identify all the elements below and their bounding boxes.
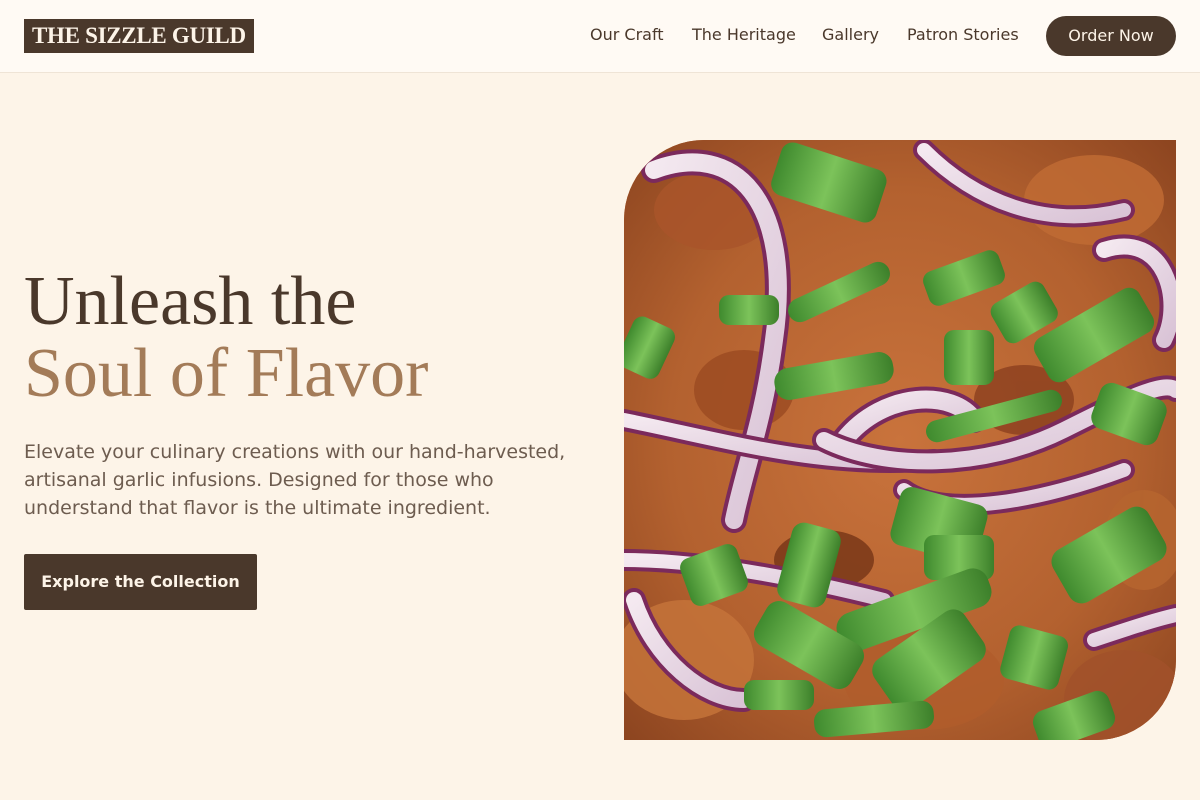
nav-link-gallery[interactable]: Gallery (822, 25, 879, 45)
nav-link-our-craft[interactable]: Our Craft (590, 25, 664, 45)
headline-line-1: Unleash the (24, 263, 357, 340)
main-nav: Our Craft The Heritage Gallery Patron St… (0, 0, 1200, 72)
nav-link-the-heritage[interactable]: The Heritage (692, 25, 796, 45)
hero-headline: Unleash the Soul of Flavor (24, 266, 604, 410)
explore-collection-button[interactable]: Explore the Collection (24, 554, 257, 610)
hero-description: Elevate your culinary creations with our… (24, 441, 566, 519)
site-header: THE SIZZLE GUILD Our Craft The Heritage … (0, 0, 1200, 73)
nav-link-patron-stories[interactable]: Patron Stories (907, 25, 1019, 45)
order-now-button[interactable]: Order Now (1046, 16, 1176, 56)
food-illustration (624, 140, 1176, 740)
headline-line-2: Soul of Flavor (24, 335, 429, 412)
hero-food-image (624, 140, 1176, 740)
